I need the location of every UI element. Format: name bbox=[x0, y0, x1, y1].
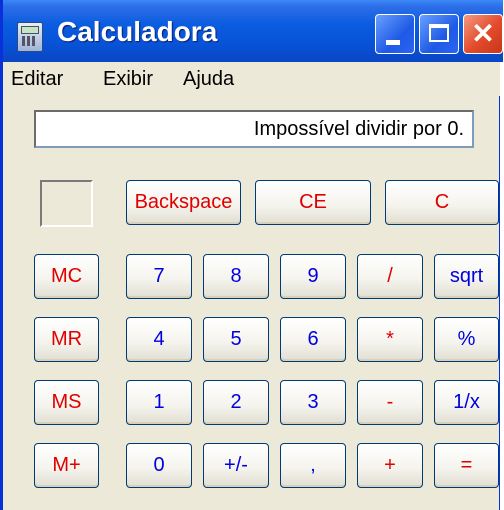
calculator-icon bbox=[17, 22, 43, 52]
digit-4-button[interactable]: 4 bbox=[126, 317, 192, 362]
window-title: Calculadora bbox=[57, 16, 218, 47]
digit-6-button[interactable]: 6 bbox=[280, 317, 346, 362]
percent-button[interactable]: % bbox=[434, 317, 499, 362]
digit-9-button[interactable]: 9 bbox=[280, 254, 346, 299]
minimize-button[interactable] bbox=[375, 14, 415, 54]
digit-3-button[interactable]: 3 bbox=[280, 380, 346, 425]
digit-5-button[interactable]: 5 bbox=[203, 317, 269, 362]
memory-indicator bbox=[40, 180, 93, 227]
multiply-button[interactable]: * bbox=[357, 317, 423, 362]
close-button[interactable]: ✕ bbox=[463, 14, 503, 54]
digit-2-button[interactable]: 2 bbox=[203, 380, 269, 425]
mr-button[interactable]: MR bbox=[34, 317, 99, 362]
divide-button[interactable]: / bbox=[357, 254, 423, 299]
digit-8-button[interactable]: 8 bbox=[203, 254, 269, 299]
menu-ajuda[interactable]: Ajuda bbox=[183, 68, 234, 91]
ce-button[interactable]: CE bbox=[255, 180, 371, 225]
digit-1-button[interactable]: 1 bbox=[126, 380, 192, 425]
digit-0-button[interactable]: 0 bbox=[126, 443, 192, 488]
maximize-icon bbox=[429, 24, 449, 42]
calculator-window: Calculadora ✕ Editar Exibir Ajuda Imposs… bbox=[0, 0, 503, 510]
menu-editar[interactable]: Editar bbox=[11, 68, 63, 91]
menu-bar: Editar Exibir Ajuda bbox=[3, 62, 500, 96]
subtract-button[interactable]: - bbox=[357, 380, 423, 425]
sign-toggle-button[interactable]: +/- bbox=[203, 443, 269, 488]
menu-exibir[interactable]: Exibir bbox=[103, 68, 153, 91]
ms-button[interactable]: MS bbox=[34, 380, 99, 425]
maximize-button[interactable] bbox=[419, 14, 459, 54]
calculator-display: Impossível dividir por 0. bbox=[34, 110, 474, 148]
reciprocal-button[interactable]: 1/x bbox=[434, 380, 499, 425]
m-plus-button[interactable]: M+ bbox=[34, 443, 99, 488]
equals-button[interactable]: = bbox=[434, 443, 499, 488]
display-text: Impossível dividir por 0. bbox=[253, 118, 464, 140]
minimize-icon bbox=[386, 40, 400, 45]
backspace-button[interactable]: Backspace bbox=[126, 180, 241, 225]
c-button[interactable]: C bbox=[385, 180, 499, 225]
close-icon: ✕ bbox=[471, 18, 495, 49]
digit-7-button[interactable]: 7 bbox=[126, 254, 192, 299]
decimal-button[interactable]: , bbox=[280, 443, 346, 488]
mc-button[interactable]: MC bbox=[34, 254, 99, 299]
title-bar[interactable]: Calculadora ✕ bbox=[3, 0, 503, 62]
sqrt-button[interactable]: sqrt bbox=[434, 254, 499, 299]
add-button[interactable]: + bbox=[357, 443, 423, 488]
